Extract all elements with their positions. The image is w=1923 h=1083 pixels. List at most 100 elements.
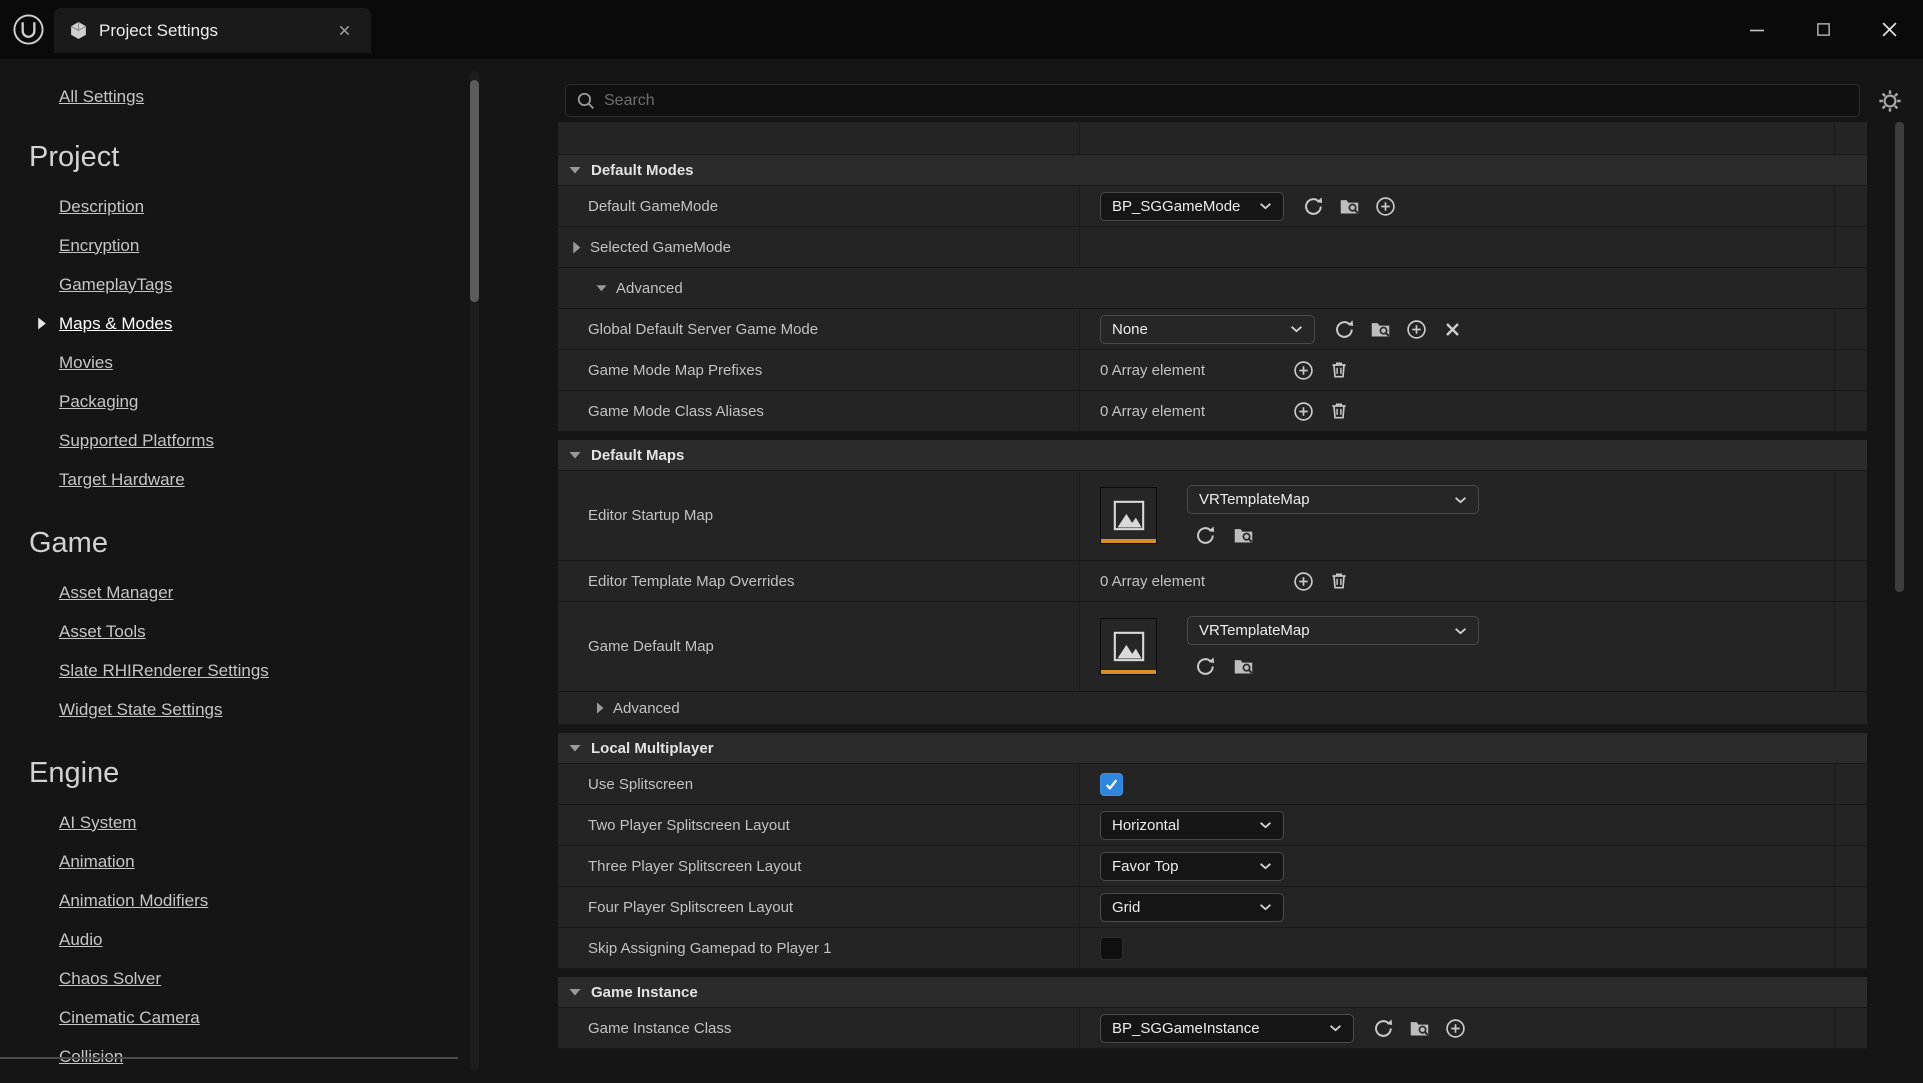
- triangle-right-icon: [596, 702, 604, 714]
- sidebar-item-target-hardware[interactable]: Target Hardware: [59, 460, 185, 499]
- property-label: Editor Template Map Overrides: [588, 572, 795, 590]
- three-player-splitscreen-layout-combobox[interactable]: Favor Top: [1100, 851, 1284, 881]
- reset-cell: [1835, 227, 1867, 267]
- row-advanced-default-modes[interactable]: Advanced: [558, 268, 1867, 309]
- row-three-player-splitscreen-layout: Three Player Splitscreen Layout Favor To…: [558, 846, 1867, 887]
- category-header-game-instance[interactable]: Game Instance: [558, 977, 1867, 1008]
- editor-startup-map-combobox[interactable]: VRTemplateMap: [1187, 485, 1479, 514]
- sidebar-item-chaos-solver[interactable]: Chaos Solver: [59, 959, 161, 998]
- label-cell: Editor Template Map Overrides: [558, 561, 1080, 601]
- sidebar-item-asset-manager[interactable]: Asset Manager: [59, 573, 173, 612]
- sidebar-item-audio[interactable]: Audio: [59, 920, 102, 959]
- use-splitscreen-checkbox[interactable]: [1100, 772, 1123, 796]
- close-button[interactable]: [1861, 0, 1917, 59]
- trash-icon[interactable]: [1328, 359, 1350, 381]
- category-header-default-modes[interactable]: Default Modes: [558, 155, 1867, 186]
- main-scrollbar-thumb[interactable]: [1895, 122, 1904, 592]
- use-selected-asset-icon[interactable]: [1372, 1017, 1394, 1039]
- combobox-value: None: [1112, 320, 1148, 338]
- use-selected-asset-icon[interactable]: [1333, 318, 1355, 340]
- asset-icon-row: [1187, 524, 1483, 546]
- use-selected-asset-icon[interactable]: [1194, 655, 1216, 677]
- clear-icon[interactable]: [1441, 318, 1463, 340]
- add-element-icon[interactable]: [1292, 400, 1314, 422]
- property-label: Global Default Server Game Mode: [588, 320, 819, 338]
- label-cell: Three Player Splitscreen Layout: [558, 846, 1080, 886]
- category-header-default-maps[interactable]: Default Maps: [558, 440, 1867, 471]
- label-cell: Default GameMode: [558, 186, 1080, 226]
- search-input[interactable]: [604, 91, 1849, 110]
- sidebar-item-slate-rhirenderer-settings[interactable]: Slate RHIRenderer Settings: [59, 651, 269, 690]
- chevron-down-icon: [1290, 325, 1303, 333]
- clipped-value-cell: [1080, 122, 1835, 154]
- reset-cell: [1835, 887, 1867, 927]
- category-title: Default Modes: [591, 161, 694, 179]
- use-selected-asset-icon[interactable]: [1302, 195, 1324, 217]
- sidebar-scrollbar-thumb[interactable]: [470, 80, 479, 302]
- row-editor-startup-map: Editor Startup Map VRTemplateMap: [558, 471, 1867, 561]
- add-element-icon[interactable]: [1292, 570, 1314, 592]
- add-element-icon[interactable]: [1405, 318, 1427, 340]
- sidebar-item-cinematic-camera[interactable]: Cinematic Camera: [59, 998, 200, 1037]
- maximize-button[interactable]: [1795, 0, 1851, 59]
- sidebar-item-maps-and-modes[interactable]: Maps & Modes: [38, 304, 172, 343]
- chevron-down-icon: [1329, 1024, 1342, 1032]
- row-global-default-server-game-mode: Global Default Server Game Mode None: [558, 309, 1867, 350]
- array-count-text: 0 Array element: [1100, 572, 1206, 590]
- sidebar-item-gameplaytags[interactable]: GameplayTags: [59, 265, 172, 304]
- map-asset-color-bar: [1101, 670, 1156, 674]
- game-default-map-thumbnail[interactable]: [1100, 618, 1157, 675]
- sidebar-item-asset-tools[interactable]: Asset Tools: [59, 612, 146, 651]
- category-header-local-multiplayer[interactable]: Local Multiplayer: [558, 733, 1867, 764]
- browse-to-asset-icon[interactable]: [1338, 195, 1360, 217]
- use-selected-asset-icon[interactable]: [1194, 524, 1216, 546]
- two-player-splitscreen-layout-combobox[interactable]: Horizontal: [1100, 810, 1284, 840]
- check-icon: [1105, 778, 1118, 790]
- reset-cell: [1835, 186, 1867, 226]
- sidebar-item-packaging[interactable]: Packaging: [59, 382, 138, 421]
- browse-to-asset-icon[interactable]: [1408, 1017, 1430, 1039]
- row-advanced-default-maps[interactable]: Advanced: [558, 692, 1867, 725]
- sidebar-item-animation-modifiers[interactable]: Animation Modifiers: [59, 881, 208, 920]
- editor-startup-map-thumbnail[interactable]: [1100, 487, 1157, 544]
- add-element-icon[interactable]: [1292, 359, 1314, 381]
- reset-cell: [1835, 805, 1867, 845]
- search-bar[interactable]: [565, 84, 1860, 117]
- sidebar-item-movies[interactable]: Movies: [59, 343, 113, 382]
- reset-cell: [1835, 846, 1867, 886]
- property-label: Game Instance Class: [588, 1019, 732, 1037]
- sidebar-item-widget-state-settings[interactable]: Widget State Settings: [59, 690, 222, 729]
- sidebar-item-encryption[interactable]: Encryption: [59, 226, 139, 265]
- tab-close-button[interactable]: [332, 19, 356, 43]
- add-element-icon[interactable]: [1444, 1017, 1466, 1039]
- close-icon: [339, 25, 349, 36]
- settings-gear-icon[interactable]: [1876, 87, 1903, 114]
- sidebar-item-supported-platforms[interactable]: Supported Platforms: [59, 421, 214, 460]
- browse-to-asset-icon[interactable]: [1369, 318, 1391, 340]
- add-element-icon[interactable]: [1374, 195, 1396, 217]
- value-cell: VRTemplateMap: [1080, 471, 1835, 560]
- skip-assigning-gamepad-checkbox[interactable]: [1100, 936, 1123, 960]
- row-skip-assigning-gamepad: Skip Assigning Gamepad to Player 1: [558, 928, 1867, 969]
- default-gamemode-combobox[interactable]: BP_SGGameMode: [1100, 191, 1284, 221]
- game-default-map-combobox[interactable]: VRTemplateMap: [1187, 616, 1479, 645]
- game-instance-class-combobox[interactable]: BP_SGGameInstance: [1100, 1013, 1354, 1043]
- global-default-server-game-mode-combobox[interactable]: None: [1100, 314, 1315, 344]
- browse-to-asset-icon[interactable]: [1232, 524, 1254, 546]
- sidebar-item-ai-system[interactable]: AI System: [59, 803, 136, 842]
- expander-right-icon[interactable]: [572, 241, 581, 254]
- project-settings-tab[interactable]: Project Settings: [54, 8, 371, 53]
- sidebar-item-all-settings[interactable]: All Settings: [59, 87, 144, 111]
- label-cell: Editor Startup Map: [558, 471, 1080, 560]
- browse-to-asset-icon[interactable]: [1232, 655, 1254, 677]
- four-player-splitscreen-layout-combobox[interactable]: Grid: [1100, 892, 1284, 922]
- combobox-value: Horizontal: [1112, 816, 1180, 834]
- trash-icon[interactable]: [1328, 570, 1350, 592]
- sidebar-item-animation[interactable]: Animation: [59, 842, 135, 881]
- unreal-engine-logo-icon: [12, 13, 45, 46]
- minimize-button[interactable]: [1729, 0, 1785, 59]
- triangle-down-icon: [569, 744, 581, 752]
- sidebar-item-description[interactable]: Description: [59, 187, 144, 226]
- trash-icon[interactable]: [1328, 400, 1350, 422]
